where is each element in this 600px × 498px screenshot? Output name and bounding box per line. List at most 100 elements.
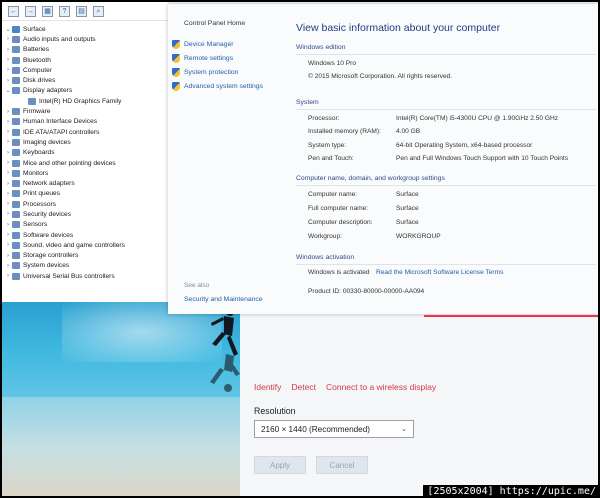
license-terms-link[interactable]: Read the Microsoft Software License Term… bbox=[376, 269, 503, 276]
properties-icon[interactable]: ▦ bbox=[42, 5, 53, 17]
help-icon[interactable]: ? bbox=[59, 5, 70, 17]
collapsed-arrow-icon[interactable]: › bbox=[4, 150, 12, 156]
tree-item[interactable]: › System devices bbox=[4, 261, 168, 271]
resolution-dropdown[interactable]: 2160 × 1440 (Recommended) ⌄ bbox=[254, 420, 414, 438]
collapsed-arrow-icon[interactable]: › bbox=[4, 170, 12, 176]
collapsed-arrow-icon[interactable]: › bbox=[4, 263, 12, 269]
tree-item[interactable]: › Disk drives bbox=[4, 75, 168, 85]
collapsed-arrow-icon[interactable]: › bbox=[4, 242, 12, 248]
device-category-icon bbox=[12, 128, 20, 136]
advanced-system-settings-link[interactable]: Advanced system settings bbox=[172, 82, 263, 91]
tree-item[interactable]: › Batteries bbox=[4, 45, 168, 55]
tree-item[interactable]: › Audio inputs and outputs bbox=[4, 34, 168, 44]
device-category-icon bbox=[12, 46, 20, 54]
tree-item[interactable]: › IDE ATA/ATAPI controllers bbox=[4, 127, 168, 137]
collapsed-arrow-icon[interactable]: › bbox=[4, 36, 12, 42]
collapsed-arrow-icon[interactable]: › bbox=[4, 211, 12, 217]
detect-link[interactable]: Detect bbox=[291, 382, 316, 392]
tree-item-label: Storage controllers bbox=[23, 252, 79, 260]
forward-icon[interactable]: → bbox=[25, 5, 36, 17]
tree-item-label: Software devices bbox=[23, 231, 74, 239]
divider bbox=[296, 109, 596, 110]
device-category-icon bbox=[12, 77, 20, 85]
device-category-icon bbox=[12, 138, 20, 146]
device-category-icon bbox=[12, 169, 20, 177]
control-panel-home-link[interactable]: Control Panel Home bbox=[184, 20, 245, 27]
collapsed-arrow-icon[interactable]: › bbox=[4, 119, 12, 125]
collapsed-arrow-icon[interactable]: › bbox=[4, 67, 12, 73]
tree-item[interactable]: › Human Interface Devices bbox=[4, 117, 168, 127]
device-category-icon bbox=[12, 252, 20, 260]
tree-item[interactable]: › Processors bbox=[4, 199, 168, 209]
tree-item[interactable]: › Security devices bbox=[4, 209, 168, 219]
tree-item-label: Imaging devices bbox=[23, 138, 71, 146]
system-info-content: View basic information about your comput… bbox=[296, 4, 598, 314]
edition-section-title: Windows edition bbox=[296, 44, 346, 51]
tree-item[interactable]: Intel(R) HD Graphics Family bbox=[4, 96, 168, 106]
divider bbox=[296, 54, 596, 55]
tree-item-label: Sound, video and game controllers bbox=[23, 241, 125, 249]
workgroup-value: WORKGROUP bbox=[396, 233, 441, 240]
device-category-icon bbox=[12, 180, 20, 188]
tree-item[interactable]: › Sensors bbox=[4, 220, 168, 230]
system-protection-link[interactable]: System protection bbox=[172, 68, 238, 77]
collapsed-arrow-icon[interactable]: › bbox=[4, 139, 12, 145]
edition-name: Windows 10 Pro bbox=[308, 60, 357, 67]
collapsed-arrow-icon[interactable]: › bbox=[4, 47, 12, 53]
tree-item[interactable]: › Software devices bbox=[4, 230, 168, 240]
device-category-icon bbox=[12, 35, 20, 43]
tree-item-label: Network adapters bbox=[23, 180, 75, 188]
collapsed-arrow-icon[interactable]: › bbox=[4, 273, 12, 279]
tree-item[interactable]: › Bluetooth bbox=[4, 55, 168, 65]
device-category-icon bbox=[28, 97, 36, 105]
tree-item-label: IDE ATA/ATAPI controllers bbox=[23, 128, 100, 136]
device-category-icon bbox=[12, 221, 20, 229]
tree-item[interactable]: ⌄ Surface bbox=[4, 24, 168, 34]
desktop-wallpaper bbox=[2, 302, 240, 496]
tree-item-label: Mice and other pointing devices bbox=[23, 159, 116, 167]
remote-settings-link[interactable]: Remote settings bbox=[172, 54, 233, 63]
collapsed-arrow-icon[interactable]: › bbox=[4, 57, 12, 63]
collapsed-arrow-icon[interactable]: › bbox=[4, 109, 12, 115]
collapsed-arrow-icon[interactable]: › bbox=[4, 160, 12, 166]
tree-item[interactable]: › Print queues bbox=[4, 189, 168, 199]
tree-item-label: Human Interface Devices bbox=[23, 118, 98, 126]
device-category-icon bbox=[12, 56, 20, 64]
collapsed-arrow-icon[interactable]: › bbox=[4, 222, 12, 228]
tree-item[interactable]: › Computer bbox=[4, 65, 168, 75]
collapsed-arrow-icon[interactable]: › bbox=[4, 201, 12, 207]
tree-item[interactable]: › Sound, video and game controllers bbox=[4, 240, 168, 250]
product-id: Product ID: 00330-80000-00000-AA094 bbox=[308, 288, 425, 295]
security-maintenance-link[interactable]: Security and Maintenance bbox=[184, 296, 263, 303]
collapsed-arrow-icon[interactable]: › bbox=[4, 253, 12, 259]
device-category-icon bbox=[12, 25, 20, 33]
description-label: Computer description: bbox=[308, 219, 373, 226]
tree-item[interactable]: ⌄ Display adapters bbox=[4, 86, 168, 96]
tree-item[interactable]: › Storage controllers bbox=[4, 251, 168, 261]
wireless-display-link[interactable]: Connect to a wireless display bbox=[326, 382, 436, 392]
tree-item[interactable]: › Network adapters bbox=[4, 178, 168, 188]
tree-item[interactable]: › Monitors bbox=[4, 168, 168, 178]
device-manager-link[interactable]: Device Manager bbox=[172, 40, 234, 49]
collapsed-arrow-icon[interactable]: › bbox=[4, 181, 12, 187]
expanded-arrow-icon[interactable]: ⌄ bbox=[4, 87, 12, 94]
apply-button[interactable]: Apply bbox=[254, 456, 306, 474]
expanded-arrow-icon[interactable]: ⌄ bbox=[4, 26, 12, 33]
tree-item[interactable]: › Keyboards bbox=[4, 148, 168, 158]
device-category-icon bbox=[12, 231, 20, 239]
cancel-button[interactable]: Cancel bbox=[316, 456, 368, 474]
tree-item[interactable]: › Mice and other pointing devices bbox=[4, 158, 168, 168]
collapsed-arrow-icon[interactable]: › bbox=[4, 232, 12, 238]
back-icon[interactable]: ← bbox=[8, 5, 19, 17]
update-driver-icon[interactable]: ▤ bbox=[76, 5, 87, 17]
tree-item[interactable]: › Firmware bbox=[4, 106, 168, 116]
tree-item[interactable]: › Universal Serial Bus controllers bbox=[4, 271, 168, 281]
collapsed-arrow-icon[interactable]: › bbox=[4, 191, 12, 197]
scan-hardware-icon[interactable]: ⌕ bbox=[93, 5, 104, 17]
device-category-icon bbox=[12, 159, 20, 167]
collapsed-arrow-icon[interactable]: › bbox=[4, 129, 12, 135]
identify-link[interactable]: Identify bbox=[254, 382, 281, 392]
tree-item[interactable]: › Imaging devices bbox=[4, 137, 168, 147]
tree-item-label: Bluetooth bbox=[23, 56, 51, 64]
collapsed-arrow-icon[interactable]: › bbox=[4, 78, 12, 84]
